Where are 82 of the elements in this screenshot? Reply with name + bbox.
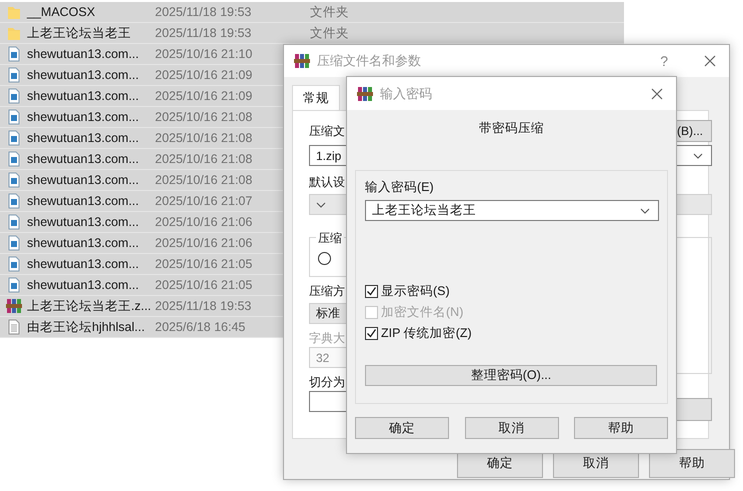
help-button[interactable]: ? bbox=[660, 53, 668, 69]
chevron-down-icon bbox=[640, 208, 650, 214]
file-date: 2025/10/16 21:08 bbox=[155, 152, 254, 166]
file-icon bbox=[6, 172, 20, 188]
checkmark-icon bbox=[366, 328, 377, 338]
file-date: 2025/10/16 21:07 bbox=[155, 194, 254, 208]
organize-passwords-button[interactable]: 整理密码(O)... bbox=[365, 365, 657, 386]
file-date: 2025/10/16 21:08 bbox=[155, 110, 254, 124]
file-name: shewutuan13.com... bbox=[27, 131, 140, 145]
window-title: 输入密码 bbox=[380, 84, 433, 102]
file-icon bbox=[6, 67, 20, 83]
archive-icon bbox=[6, 298, 22, 314]
file-name: shewutuan13.com... bbox=[27, 194, 140, 208]
file-name: 上老王论坛当老王 bbox=[27, 24, 132, 42]
file-date: 2025/11/18 19:53 bbox=[155, 5, 252, 19]
file-icon bbox=[6, 277, 20, 293]
file-name: shewutuan13.com... bbox=[27, 278, 140, 292]
file-date: 2025/11/18 19:53 bbox=[155, 299, 252, 313]
checkbox[interactable] bbox=[365, 326, 378, 340]
file-name: 由老王论坛hjhhlsal... bbox=[27, 318, 146, 336]
file-name: __MACOSX bbox=[27, 5, 96, 19]
file-type: 文件夹 bbox=[310, 24, 349, 42]
file-date: 2025/10/16 21:09 bbox=[155, 68, 254, 82]
field-label: 压缩文 bbox=[309, 122, 345, 140]
file-type: 文件夹 bbox=[310, 4, 349, 20]
file-icon bbox=[6, 235, 20, 251]
field-label: 压缩方 bbox=[309, 283, 345, 300]
file-name: shewutuan13.com... bbox=[27, 173, 140, 187]
file-name: shewutuan13.com... bbox=[27, 152, 140, 166]
file-name: shewutuan13.com... bbox=[27, 110, 140, 124]
file-date: 2025/6/18 16:45 bbox=[155, 320, 246, 334]
file-name: shewutuan13.com... bbox=[27, 215, 140, 229]
file-date: 2025/10/16 21:06 bbox=[155, 236, 254, 250]
file-icon bbox=[6, 109, 20, 125]
checkbox[interactable] bbox=[365, 284, 378, 298]
file-name: shewutuan13.com... bbox=[27, 68, 140, 82]
chevron-down-icon bbox=[316, 202, 326, 208]
password-field[interactable]: 上老王论坛当老王 bbox=[365, 200, 659, 221]
text-file-icon bbox=[6, 319, 20, 335]
radio-button[interactable] bbox=[318, 252, 331, 265]
app-icon bbox=[357, 86, 373, 102]
file-icon bbox=[6, 46, 20, 62]
file-name: shewutuan13.com... bbox=[27, 47, 140, 61]
file-icon bbox=[6, 88, 20, 104]
folder-icon bbox=[6, 4, 20, 20]
field-label: 切分为 bbox=[309, 374, 345, 391]
close-icon[interactable] bbox=[703, 54, 717, 68]
dialog-button[interactable]: 取消 bbox=[464, 417, 558, 439]
folder-icon bbox=[6, 25, 20, 41]
file-date: 2025/10/16 21:10 bbox=[155, 47, 254, 61]
field-label: 默认设 bbox=[309, 174, 345, 191]
file-date: 2025/11/18 19:53 bbox=[155, 26, 252, 40]
dialog-button[interactable]: 帮助 bbox=[574, 417, 668, 439]
checkbox-label[interactable]: 显示密码(S) bbox=[381, 282, 450, 300]
file-name: shewutuan13.com... bbox=[27, 89, 140, 103]
file-date: 2025/10/16 21:08 bbox=[155, 131, 254, 145]
field-label: 字典大 bbox=[309, 330, 345, 347]
file-icon bbox=[6, 151, 20, 167]
dialog-button[interactable]: 确定 bbox=[355, 417, 449, 439]
file-date: 2025/10/16 21:05 bbox=[155, 278, 254, 292]
file-name: shewutuan13.com... bbox=[27, 257, 140, 271]
file-icon bbox=[6, 214, 20, 230]
file-date: 2025/10/16 21:05 bbox=[155, 257, 254, 271]
tab[interactable]: 常规 bbox=[292, 85, 340, 110]
file-name: 上老王论坛当老王.z... bbox=[27, 298, 152, 314]
close-icon[interactable] bbox=[650, 86, 664, 100]
file-date: 2025/10/16 21:08 bbox=[155, 173, 254, 187]
file-date: 2025/10/16 21:06 bbox=[155, 215, 254, 229]
checkbox-label: 加密文件名(N) bbox=[381, 304, 464, 320]
file-name: shewutuan13.com... bbox=[27, 236, 140, 250]
dialog-heading: 带密码压缩 bbox=[478, 120, 545, 137]
app-icon bbox=[294, 53, 310, 69]
file-icon bbox=[6, 193, 20, 209]
chevron-down-icon bbox=[693, 152, 703, 158]
field-label: 输入密码(E) bbox=[365, 179, 434, 196]
checkmark-icon bbox=[366, 286, 377, 296]
file-date: 2025/10/16 21:09 bbox=[155, 89, 254, 103]
window-title: 压缩文件名和参数 bbox=[317, 52, 422, 70]
dialog-button[interactable]: 帮助 bbox=[649, 449, 735, 478]
checkbox-label[interactable]: ZIP 传统加密(Z) bbox=[381, 324, 472, 342]
file-icon bbox=[6, 130, 20, 146]
file-icon bbox=[6, 256, 20, 272]
